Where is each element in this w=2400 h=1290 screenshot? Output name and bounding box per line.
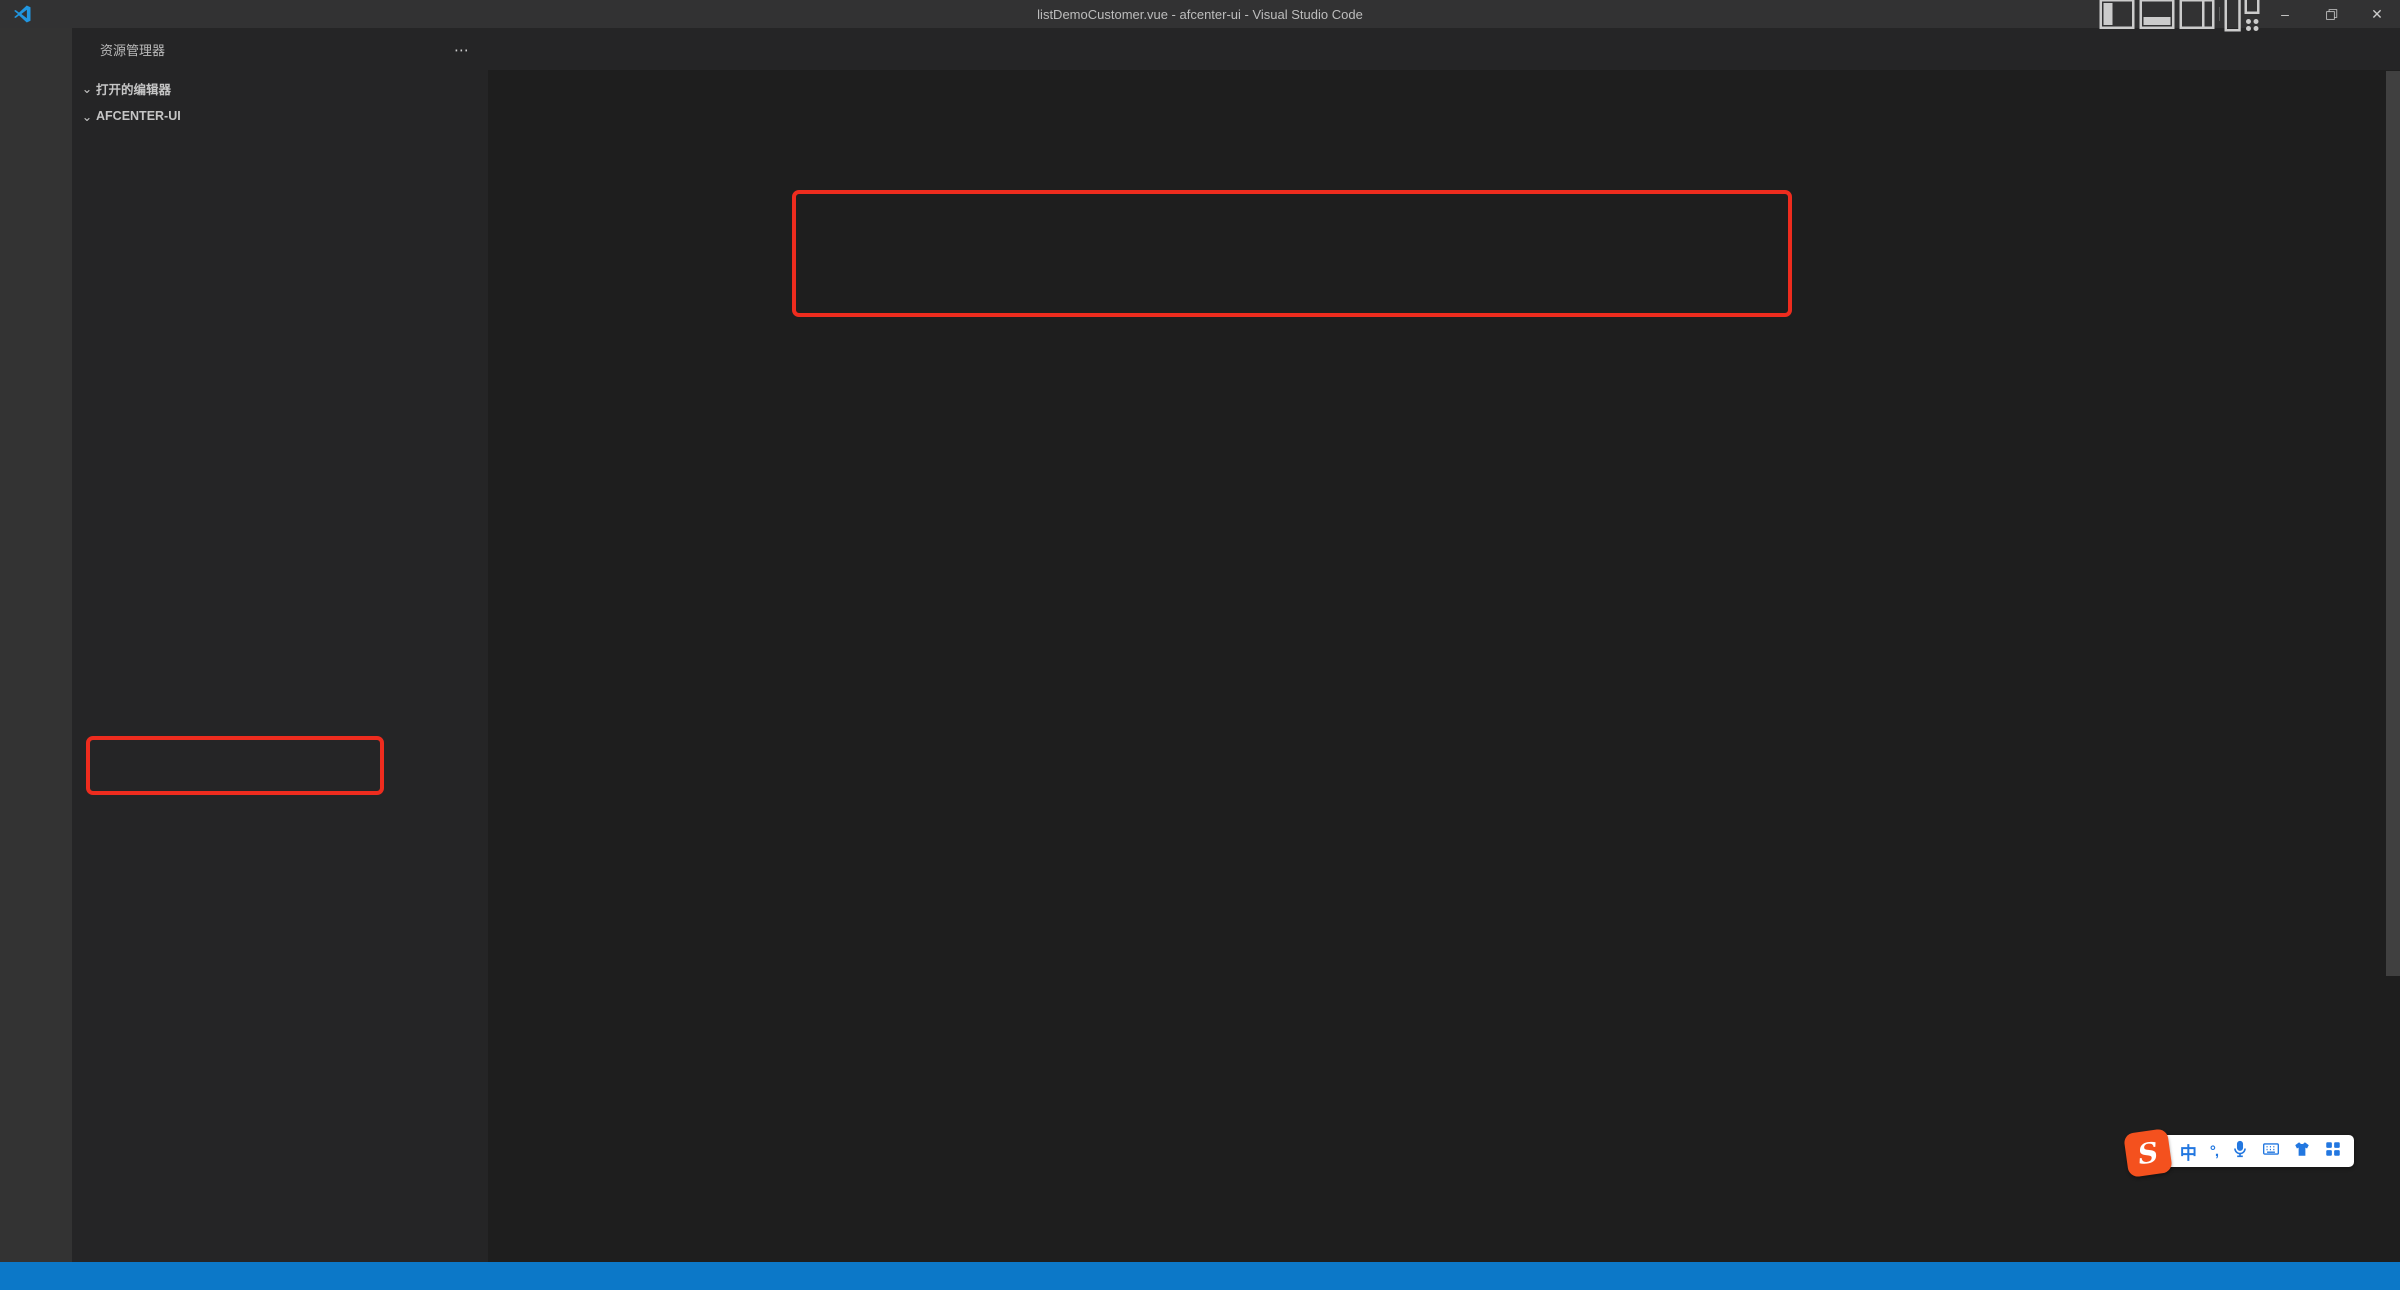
ime-toolbox-icon[interactable] (2324, 1140, 2342, 1163)
close-button[interactable]: ✕ (2354, 0, 2400, 28)
chevron-down-icon: ⌄ (78, 81, 96, 96)
customize-layout-icon[interactable] (2222, 0, 2262, 28)
titlebar-divider (2219, 7, 2220, 21)
ime-punctuation-icon[interactable]: °, (2210, 1143, 2218, 1160)
sogou-ime-logo[interactable]: S (2123, 1128, 2173, 1178)
ime-soft-keyboard-icon[interactable] (2262, 1140, 2280, 1163)
ime-skin-icon[interactable] (2293, 1140, 2311, 1163)
ime-toolbar: 中 °, S (2128, 1133, 2354, 1169)
window-title: listDemoCustomer.vue - afcenter-ui - Vis… (0, 7, 2400, 22)
ime-microphone-icon[interactable] (2231, 1140, 2249, 1163)
ime-chinese-mode-icon[interactable]: 中 (2180, 1139, 2197, 1164)
chevron-down-icon: ⌄ (78, 109, 96, 124)
tab-bar (488, 28, 2400, 70)
editor-group (488, 28, 2400, 1262)
sidebar-title: 资源管理器 (100, 28, 165, 74)
activity-bar (0, 28, 72, 1262)
vscode-logo-icon (12, 4, 32, 24)
explorer-more-actions-icon[interactable]: ⋯ (454, 28, 470, 74)
toggle-secondary-sidebar-icon[interactable] (2177, 0, 2217, 28)
project-root-header[interactable]: ⌄ AFCENTER-UI (72, 102, 488, 130)
status-bar (0, 1262, 2400, 1290)
vertical-scrollbar[interactable] (2386, 71, 2400, 976)
minimize-button[interactable]: – (2262, 0, 2308, 28)
vscode-window: listDemoCustomer.vue - afcenter-ui - Vis… (0, 0, 2400, 1290)
toggle-sidebar-icon[interactable] (2097, 0, 2137, 28)
explorer-sidebar: 资源管理器 ⋯ ⌄ 打开的编辑器 ⌄ AFCENTER-UI (72, 28, 488, 1262)
toggle-panel-icon[interactable] (2137, 0, 2177, 28)
title-bar: listDemoCustomer.vue - afcenter-ui - Vis… (0, 0, 2400, 28)
code-editor[interactable] (488, 70, 2400, 1262)
restore-button[interactable] (2308, 0, 2354, 28)
open-editors-header[interactable]: ⌄ 打开的编辑器 (72, 74, 488, 102)
